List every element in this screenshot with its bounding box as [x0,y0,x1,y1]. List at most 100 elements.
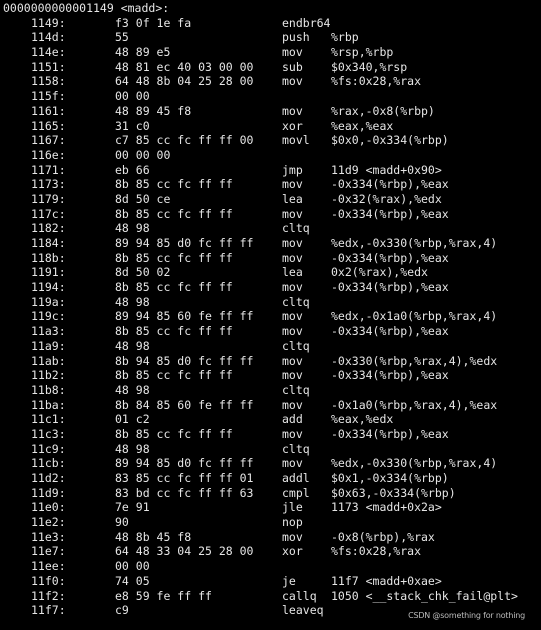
instruction-row: 116e: 00 00 00 [0,148,541,163]
instruction-row: 119a: 48 98 cltq [0,295,541,310]
opcode-bytes: 8b 85 cc fc ff ff [115,426,233,441]
mnemonic: cltq [282,221,310,236]
instruction-row: 11f2: e8 59 fe ff ff callq 1050 <__stack_ch… [0,589,541,604]
mnemonic: mov [282,309,303,324]
operands: %rbp [331,30,359,45]
opcode-bytes: 48 8b 45 f8 [115,529,192,544]
mnemonic: endbr64 [282,15,331,30]
mnemonic: sub [282,59,303,74]
address: 11c9: [31,441,66,456]
opcode-bytes: 01 c2 [115,412,150,427]
address: 119a: [31,294,66,309]
opcode-bytes: 89 94 85 d0 fc ff ff [115,456,254,471]
instruction-row: 1171: eb 66 jmp 11d9 <madd+0x90> [0,163,541,178]
opcode-bytes: 00 00 00 [115,147,171,162]
instruction-row: 118b: 8b 85 cc fc ff ff mov -0x334(%rbp),%e… [0,251,541,266]
address: 1191: [31,265,66,280]
instruction-row: 11c9: 48 98 cltq [0,442,541,457]
instruction-row: 115f: 00 00 [0,89,541,104]
opcode-bytes: 74 05 [115,573,150,588]
mnemonic: cltq [282,441,310,456]
address: 1179: [31,191,66,206]
opcode-bytes: 83 bd cc fc ff ff 63 [115,485,254,500]
operands: %rax,-0x8(%rbp) [331,103,435,118]
address: 1182: [31,221,66,236]
address: 11a9: [31,338,66,353]
operands: %edx,-0x330(%rbp,%rax,4) [331,456,498,471]
mnemonic: mov [282,177,303,192]
address: 11b8: [31,382,66,397]
mnemonic: lea [282,265,303,280]
opcode-bytes: 48 98 [115,221,150,236]
mnemonic: movl [282,133,310,148]
address: 114e: [31,45,66,60]
address: 1149: [31,15,66,30]
mnemonic: mov [282,529,303,544]
instruction-row: 1182: 48 98 cltq [0,221,541,236]
mnemonic: mov [282,397,303,412]
address: 11d9: [31,485,66,500]
opcode-bytes: 48 98 [115,441,150,456]
mnemonic: mov [282,250,303,265]
opcode-bytes: 48 98 [115,338,150,353]
opcode-bytes: 8d 50 02 [115,265,171,280]
operands: -0x334(%rbp),%eax [331,206,449,221]
instruction-row: 1173: 8b 85 cc fc ff ff mov -0x334(%rbp),%e… [0,177,541,192]
operands: %eax,%edx [331,412,394,427]
disassembly-listing: 1149: f3 0f 1e fa endbr64 114d: 55 push %rbp 11… [0,16,541,618]
mnemonic: mov [282,45,303,60]
instruction-row: 11e7: 64 48 33 04 25 28 00 xor %fs:0x28,%ra… [0,544,541,559]
watermark: CSDN @something for nothing [408,611,525,620]
address: 11e0: [31,500,66,515]
instruction-row: 1158: 64 48 8b 04 25 28 00 mov %fs:0x28,%ra… [0,74,541,89]
operands: -0x334(%rbp),%eax [331,280,449,295]
operands: -0x1a0(%rbp,%rax,4),%eax [331,397,498,412]
operands: %edx,-0x1a0(%rbp,%rax,4) [331,309,498,324]
mnemonic: cltq [282,382,310,397]
opcode-bytes: 8b 85 cc fc ff ff [115,206,233,221]
address: 11d2: [31,471,66,485]
operands: -0x334(%rbp),%eax [331,250,449,265]
mnemonic: xor [282,118,303,133]
address: 1167: [31,133,66,148]
instruction-row: 114d: 55 push %rbp [0,30,541,45]
operands: 11f7 <madd+0xae> [331,573,442,588]
address: 1194: [31,280,66,295]
address: 11b2: [31,368,66,383]
mnemonic: lea [282,191,303,206]
operands: 1050 <__stack_chk_fail@plt> [331,588,518,603]
mnemonic: mov [282,456,303,471]
operands: %edx,-0x330(%rbp,%rax,4) [331,236,498,250]
mnemonic: push [282,30,310,45]
instruction-row: 11ee: 00 00 [0,559,541,574]
instruction-row: 11a3: 8b 85 cc fc ff ff mov -0x334(%rbp),%e… [0,324,541,339]
operands: -0x32(%rax),%edx [331,191,442,206]
opcode-bytes: 64 48 33 04 25 28 00 [115,544,254,559]
opcode-bytes: f3 0f 1e fa [115,15,192,30]
instruction-row: 11f0: 74 05 je 11f7 <madd+0xae> [0,574,541,589]
mnemonic: addl [282,471,310,485]
operands: %fs:0x28,%rax [331,74,422,89]
mnemonic: mov [282,103,303,118]
address: 1165: [31,118,66,133]
instruction-row: 1167: c7 85 cc fc ff ff 00 movl $0x0,-0x334… [0,133,541,148]
instruction-row: 1165: 31 c0 xor %eax,%eax [0,119,541,134]
operands: -0x334(%rbp),%eax [331,368,449,383]
mnemonic: cmpl [282,485,310,500]
mnemonic: jle [282,500,303,515]
opcode-bytes: 48 98 [115,294,150,309]
opcode-bytes: 89 94 85 60 fe ff ff [115,309,254,324]
operands: -0x8(%rbp),%rax [331,529,435,544]
opcode-bytes: 8b 85 cc fc ff ff [115,177,233,192]
instruction-row: 11ba: 8b 84 85 60 fe ff ff mov -0x1a0(%rbp,… [0,398,541,413]
address: 11a3: [31,324,66,339]
operands: %eax,%eax [331,118,394,133]
opcode-bytes: e8 59 fe ff ff [115,588,212,603]
address: 11c3: [31,426,66,441]
operands: 1173 <madd+0x2a> [331,500,442,515]
opcode-bytes: 90 [115,515,129,530]
address: 11ee: [31,559,66,574]
operands: %rsp,%rbp [331,45,394,60]
instruction-row: 1161: 48 89 45 f8 mov %rax,-0x8(%rbp) [0,104,541,119]
opcode-bytes: 00 00 [115,89,150,104]
